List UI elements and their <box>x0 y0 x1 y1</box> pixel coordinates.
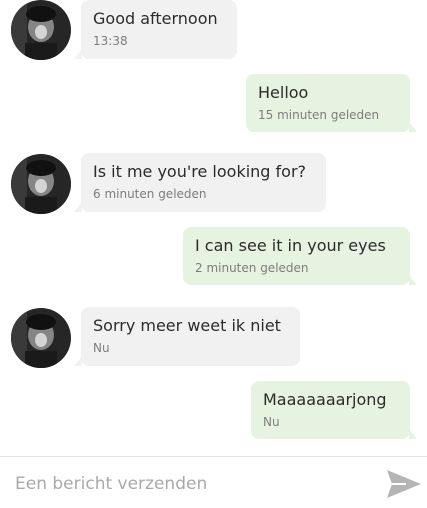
message-bubble-incoming[interactable]: Sorry meer weet ik niet Nu <box>74 307 300 366</box>
message-text: Is it me you're looking for? <box>93 162 307 181</box>
message-timestamp: Nu <box>93 341 110 355</box>
contact-avatar[interactable] <box>11 0 71 60</box>
send-button[interactable] <box>386 469 422 499</box>
message-text: I can see it in your eyes <box>195 236 386 255</box>
message-bubble-outgoing[interactable]: Helloo 15 minuten geleden <box>246 74 417 132</box>
message-bubble-incoming[interactable]: Good afternoon 13:38 <box>74 0 237 59</box>
message-timestamp: 6 minuten geleden <box>93 187 207 201</box>
message-text: Helloo <box>258 83 309 102</box>
message-timestamp: 13:38 <box>93 34 128 48</box>
message-text: Maaaaaaarjong <box>263 390 387 409</box>
message-bubble-outgoing[interactable]: I can see it in your eyes 2 minuten gele… <box>183 227 417 285</box>
message-timestamp: 2 minuten geleden <box>195 261 309 275</box>
message-input[interactable]: Een bericht verzenden <box>15 474 207 494</box>
message-text: Sorry meer weet ik niet <box>93 316 281 335</box>
message-composer: Een bericht verzenden <box>0 457 427 508</box>
send-icon <box>387 470 421 498</box>
chat-thread[interactable]: Good afternoon 13:38 Helloo 15 minuten g… <box>0 0 427 456</box>
contact-avatar[interactable] <box>11 308 71 368</box>
contact-avatar[interactable] <box>11 154 71 214</box>
message-bubble-outgoing[interactable]: Maaaaaaarjong Nu <box>251 381 417 439</box>
message-timestamp: Nu <box>263 415 280 429</box>
message-text: Good afternoon <box>93 9 218 28</box>
message-bubble-incoming[interactable]: Is it me you're looking for? 6 minuten g… <box>74 153 326 212</box>
message-timestamp: 15 minuten geleden <box>258 108 380 122</box>
